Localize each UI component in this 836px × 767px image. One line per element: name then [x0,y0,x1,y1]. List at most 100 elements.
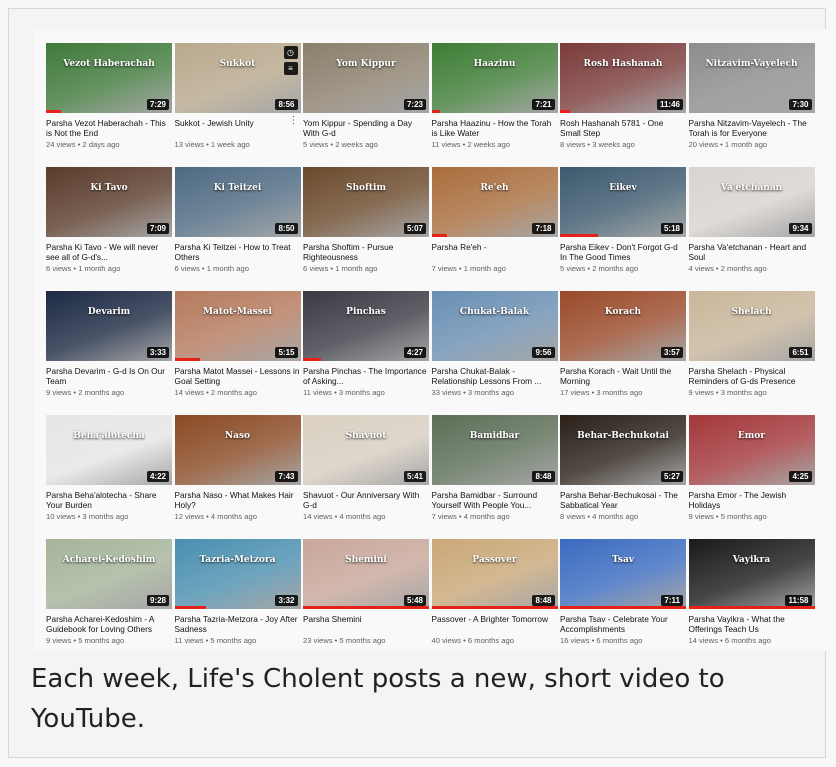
video-title[interactable]: Parsha Bamidbar - Surround Yourself With… [432,490,558,510]
video-thumbnail[interactable]: Beha'alotecha 4:22 [46,415,172,485]
duration-badge: 9:28 [146,595,169,606]
video-thumbnail[interactable]: Vezot Haberachah 7:29 [46,43,172,113]
video-title[interactable]: Parsha Ki Tavo - We will never see all o… [46,242,172,262]
video-thumbnail[interactable]: Ki Teitzei 8:50 [174,167,301,237]
duration-badge: 5:27 [660,471,683,482]
video-card[interactable]: Nitzavim-Vayelech 7:30 Parsha Nitzavim-Vay… [688,43,815,149]
video-thumbnail[interactable]: Matot-Massei 5:15 [174,291,301,361]
video-thumbnail[interactable]: Pinchas 4:27 [303,291,429,361]
video-title[interactable]: Parsha Shemini [303,614,429,634]
video-title[interactable]: Yom Kippur - Spending a Day With G-d [303,118,429,138]
video-title[interactable]: Parsha Eikev - Don't Forgot G-d In The G… [560,242,686,262]
video-thumbnail[interactable]: Shemini 5:48 [303,539,429,609]
video-card[interactable]: Ki Tavo 7:09 Parsha Ki Tavo - We will neve… [46,167,172,273]
video-title[interactable]: Parsha Tsav - Celebrate Your Accomplishm… [560,614,686,634]
video-title[interactable]: Parsha Emor - The Jewish Holidays [689,490,815,510]
video-card[interactable]: Ki Teitzei 8:50 Parsha Ki Teitzei - How to… [174,167,301,273]
video-title[interactable]: Passover - A Brighter Tomorrow [432,614,558,634]
video-card[interactable]: Vayikra 11:58 Parsha Vayikra - What the Of… [688,539,815,645]
video-card[interactable]: Bamidbar 8:48 Parsha Bamidbar - Surround Y… [431,415,558,521]
video-card[interactable]: Re'eh 7:18 Parsha Re'eh - 7 views • 1 month… [431,167,558,273]
hover-actions: ◷ ≡ [283,46,298,78]
video-thumbnail[interactable]: Shavuot 5:41 [303,415,429,485]
video-thumbnail[interactable]: Naso 7:43 [174,415,301,485]
video-card[interactable]: Shavuot 5:41 Shavuot - Our Anniversary Wit… [303,415,429,521]
video-thumbnail[interactable]: Re'eh 7:18 [431,167,558,237]
video-card[interactable]: Tsav 7:11 Parsha Tsav - Celebrate Your Acc… [560,539,686,645]
video-card[interactable]: Passover 8:48 Passover - A Brighter Tomorr… [431,539,558,645]
video-title[interactable]: Shavuot - Our Anniversary With G-d [303,490,429,510]
video-thumbnail[interactable]: Tsav 7:11 [560,539,686,609]
video-title[interactable]: Parsha Acharei-Kedoshim - A Guidebook fo… [46,614,172,634]
video-thumbnail[interactable]: Behar-Bechukotai 5:27 [560,415,686,485]
video-title[interactable]: Parsha Shelach - Physical Reminders of G… [689,366,815,386]
video-thumbnail[interactable]: Yom Kippur 7:23 [303,43,429,113]
video-card[interactable]: Chukat-Balak 9:56 Parsha Chukat-Balak - Re… [431,291,558,397]
video-thumbnail[interactable]: Korach 3:57 [560,291,686,361]
video-title[interactable]: Sukkot - Jewish Unity [175,118,301,138]
video-title[interactable]: Parsha Vezot Haberachah - This is Not th… [46,118,172,138]
video-card[interactable]: Eikev 5:18 Parsha Eikev - Don't Forgot G-d… [560,167,686,273]
video-card[interactable]: Va'etchanan 9:34 Parsha Va'etchanan - Hear… [688,167,815,273]
video-card[interactable]: Sukkot 8:56 ◷ ≡ ⋮ Sukkot - Jewish Unity 13 vie… [174,43,301,149]
duration-badge: 5:48 [403,595,426,606]
video-card[interactable]: Haazinu 7:21 Parsha Haazinu - How the Tora… [431,43,558,149]
video-card[interactable]: Rosh Hashanah 11:46 Rosh Hashanah 5781 - O… [560,43,686,149]
video-title[interactable]: Parsha Va'etchanan - Heart and Soul [689,242,815,262]
video-title[interactable]: Parsha Chukat-Balak - Relationship Lesso… [432,366,558,386]
video-card[interactable]: Pinchas 4:27 Parsha Pinchas - The Importan… [303,291,429,397]
more-options-icon[interactable]: ⋮ [289,116,299,126]
video-thumbnail[interactable]: Eikev 5:18 [560,167,686,237]
video-thumbnail[interactable]: Tazria-Metzora 3:32 [174,539,301,609]
video-card[interactable]: Acharei-Kedoshim 9:28 Parsha Acharei-Kedos… [46,539,172,645]
video-thumbnail[interactable]: Acharei-Kedoshim 9:28 [46,539,172,609]
video-thumbnail[interactable]: Shoftim 5:07 [303,167,429,237]
video-card[interactable]: Beha'alotecha 4:22 Parsha Beha'alotecha - … [46,415,172,521]
video-card[interactable]: Korach 3:57 Parsha Korach - Wait Until the… [560,291,686,397]
duration-badge: 6:51 [789,347,812,358]
video-title[interactable]: Parsha Behar-Bechukosai - The Sabbatical… [560,490,686,510]
video-title[interactable]: Rosh Hashanah 5781 - One Small Step [560,118,686,138]
video-card[interactable]: Vezot Haberachah 7:29 Parsha Vezot Haberac… [46,43,172,149]
video-card[interactable]: Matot-Massei 5:15 Parsha Matot Massei - Le… [174,291,301,397]
video-thumbnail[interactable]: Devarim 3:33 [46,291,172,361]
video-card[interactable]: Tazria-Metzora 3:32 Parsha Tazria-Metzora … [174,539,301,645]
video-title[interactable]: Parsha Pinchas - The Importance of Askin… [303,366,429,386]
video-thumbnail[interactable]: Ki Tavo 7:09 [46,167,172,237]
video-title[interactable]: Parsha Vayikra - What the Offerings Teac… [689,614,815,634]
video-thumbnail[interactable]: Va'etchanan 9:34 [688,167,815,237]
video-title[interactable]: Parsha Devarim - G-d Is On Our Team [46,366,172,386]
video-thumbnail[interactable]: Passover 8:48 [431,539,558,609]
video-thumbnail[interactable]: Emor 4:25 [688,415,815,485]
video-title[interactable]: Parsha Beha'alotecha - Share Your Burden [46,490,172,510]
video-thumbnail[interactable]: Rosh Hashanah 11:46 [560,43,686,113]
watch-progress-bar [46,110,62,113]
video-title[interactable]: Parsha Naso - What Makes Hair Holy? [175,490,301,510]
video-title[interactable]: Parsha Matot Massei - Lessons in Goal Se… [175,366,301,386]
video-thumbnail[interactable]: Bamidbar 8:48 [431,415,558,485]
video-thumbnail[interactable]: Vayikra 11:58 [688,539,815,609]
video-card[interactable]: Shemini 5:48 Parsha Shemini 23 views • 5 mo… [303,539,429,645]
video-title[interactable]: Parsha Tazria-Metzora - Joy After Sadnes… [175,614,301,634]
video-title[interactable]: Parsha Re'eh - [432,242,558,262]
watch-later-icon[interactable]: ◷ [283,46,298,59]
video-thumbnail[interactable]: Chukat-Balak 9:56 [431,291,558,361]
video-title[interactable]: Parsha Nitzavim-Vayelech - The Torah is … [689,118,815,138]
video-title[interactable]: Parsha Ki Teitzei - How to Treat Others [175,242,301,262]
video-thumbnail[interactable]: Nitzavim-Vayelech 7:30 [688,43,815,113]
video-card[interactable]: Yom Kippur 7:23 Yom Kippur - Spending a Da… [303,43,429,149]
video-thumbnail[interactable]: Shelach 6:51 [688,291,815,361]
video-thumbnail[interactable]: Haazinu 7:21 [431,43,558,113]
video-title[interactable]: Parsha Haazinu - How the Torah is Like W… [432,118,558,138]
video-card[interactable]: Devarim 3:33 Parsha Devarim - G-d Is On Ou… [46,291,172,397]
video-title[interactable]: Parsha Shoftim - Pursue Righteousness [303,242,429,262]
video-thumbnail[interactable]: Sukkot 8:56 ◷ ≡ [174,43,301,113]
watch-progress-bar [303,606,429,609]
video-card[interactable]: Behar-Bechukotai 5:27 Parsha Behar-Bechuko… [560,415,686,521]
video-card[interactable]: Shoftim 5:07 Parsha Shoftim - Pursue Right… [303,167,429,273]
video-title[interactable]: Parsha Korach - Wait Until the Morning [560,366,686,386]
video-card[interactable]: Shelach 6:51 Parsha Shelach - Physical Rem… [688,291,815,397]
add-to-queue-icon[interactable]: ≡ [283,62,298,75]
video-card[interactable]: Naso 7:43 Parsha Naso - What Makes Hair Ho… [174,415,301,521]
video-card[interactable]: Emor 4:25 Parsha Emor - The Jewish Holiday… [688,415,815,521]
